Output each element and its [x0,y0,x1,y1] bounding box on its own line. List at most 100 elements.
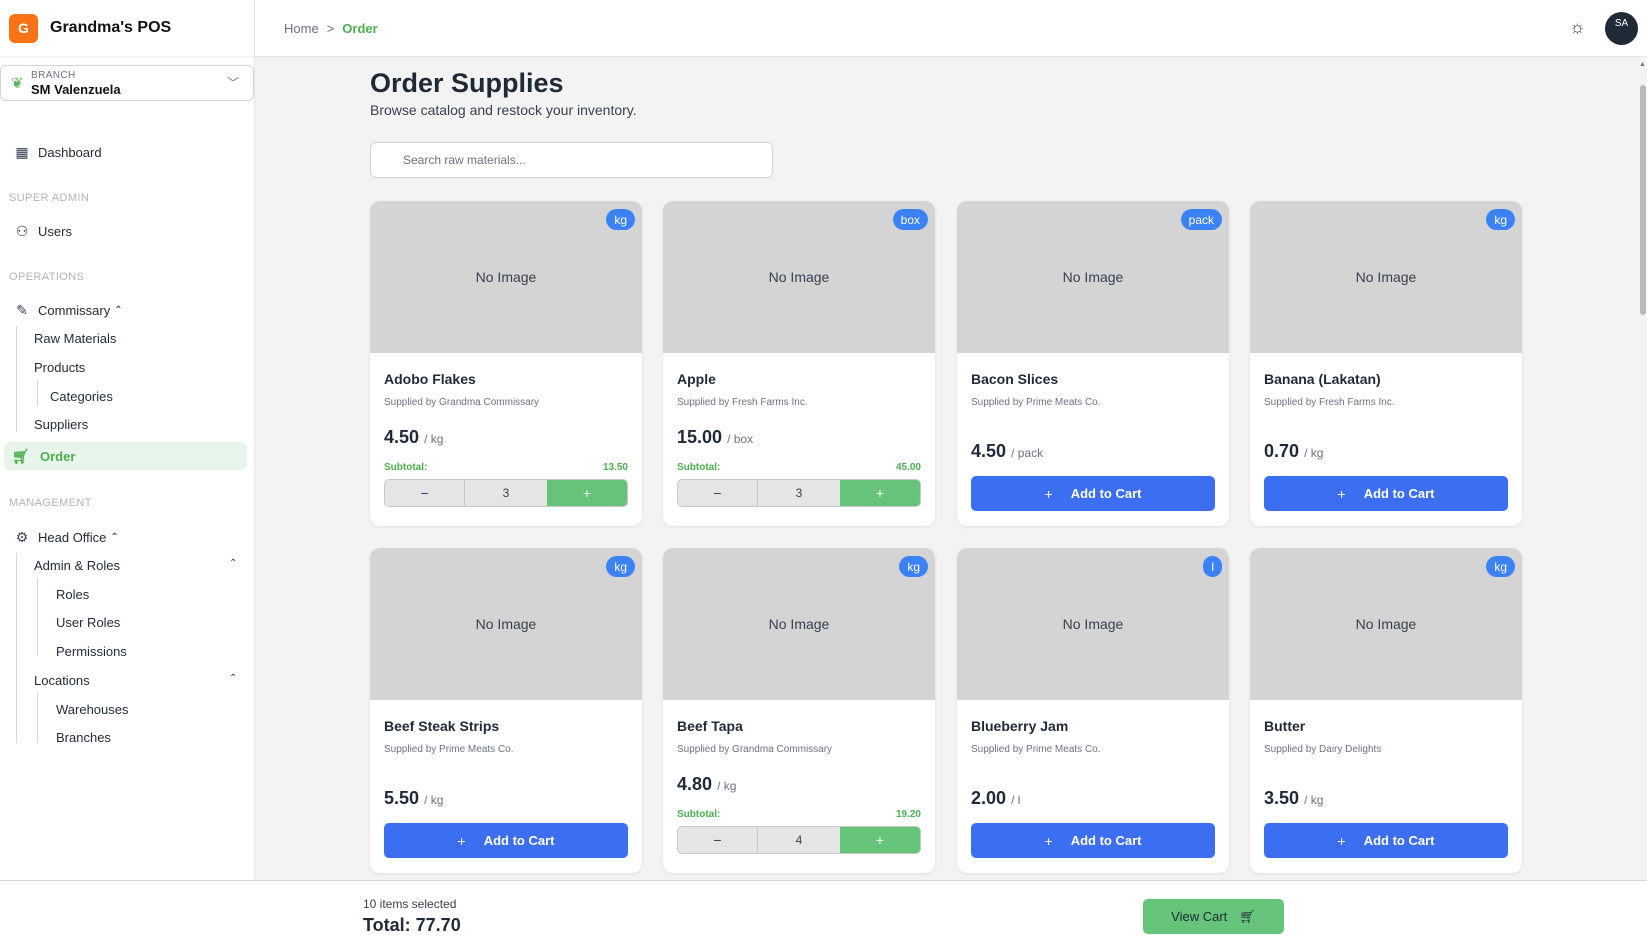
price-unit: / pack [1011,446,1044,460]
page-subtitle: Browse catalog and restock your inventor… [370,102,637,118]
product-card: No Image kg Banana (Lakatan) Supplied by Fr… [1250,201,1522,526]
decrease-quantity-button[interactable]: − [678,827,758,853]
add-to-cart-label: Add to Cart [1070,833,1142,848]
quantity-value[interactable]: 3 [465,480,547,506]
cart-icon: 🛒︎ [12,447,30,464]
subtotal-label: Subtotal: [677,462,721,473]
sidebar-item-users[interactable]: ⚇ Users [12,223,72,240]
cart-total: Total: 77.70 [363,915,461,935]
sidebar-item-user-roles[interactable]: User Roles [56,615,120,630]
sidebar-item-permissions[interactable]: Permissions [56,644,127,659]
price-unit: / l [1011,793,1021,807]
user-gear-icon: ⚙ [15,529,29,545]
dashboard-icon: ▦ [15,144,29,160]
sidebar-item-head-office[interactable]: ⚙ Head Office ⌃ [12,529,119,546]
branch-selector[interactable]: ❦ BRANCH SM Valenzuela ﹀ [0,65,254,101]
theme-toggle-sun-icon[interactable]: ☼ [1569,17,1586,38]
user-avatar[interactable]: SA [1605,12,1638,45]
decrease-quantity-button[interactable]: − [385,480,465,506]
sidebar-item-raw-materials[interactable]: Raw Materials [34,331,116,346]
product-card: No Image box Apple Supplied by Fresh Farms … [663,201,935,526]
sidebar-item-suppliers[interactable]: Suppliers [34,417,88,432]
product-supplier: Supplied by Prime Meats Co. [971,397,1101,408]
plus-icon: + [457,832,466,849]
add-to-cart-button[interactable]: + Add to Cart [1264,823,1508,858]
product-image-placeholder: No Image [1250,201,1522,353]
breadcrumb-separator: > [326,21,335,36]
app-name: Grandma's POS [50,19,172,36]
price-unit: / kg [717,779,737,793]
sidebar: G Grandma's POS ❦ BRANCH SM Valenzuela ﹀… [0,0,255,880]
sidebar-item-order[interactable]: 🛒︎ Order [4,442,247,470]
sidebar-item-dashboard[interactable]: ▦ Dashboard [12,144,102,161]
subtotal-label: Subtotal: [384,462,428,473]
sidebar-item-products[interactable]: Products [34,360,85,375]
sidebar-item-branches[interactable]: Branches [56,730,111,745]
scroll-up-arrow-icon[interactable]: ▲ [1639,61,1646,68]
add-to-cart-label: Add to Cart [1363,833,1435,848]
product-card: No Image kg Beef Steak Strips Supplied by P… [370,548,642,873]
section-label-management: MANAGEMENT [9,497,92,509]
product-name: Beef Steak Strips [384,718,500,734]
tree-line [37,693,38,743]
sidebar-item-label: Users [38,224,72,239]
unit-badge: box [892,209,928,230]
subtotal-value: 45.00 [895,462,921,473]
add-to-cart-label: Add to Cart [1070,486,1142,501]
quantity-value[interactable]: 3 [758,480,840,506]
sidebar-item-warehouses[interactable]: Warehouses [56,702,129,717]
search-input[interactable] [370,142,773,178]
breadcrumb-home[interactable]: Home [284,21,319,36]
no-image-text: No Image [1355,269,1417,285]
price-value: 3.50 [1264,788,1300,808]
sidebar-item-label: Dashboard [38,145,102,160]
tree-line [16,326,17,432]
scrollbar[interactable]: ▲ [1637,57,1647,880]
breadcrumb-current: Order [342,21,378,36]
price-value: 4.50 [971,441,1007,461]
chevron-up-icon[interactable]: ⌃ [229,673,237,684]
price-unit: / box [727,432,754,446]
subtotal-value: 13.50 [602,462,628,473]
increase-quantity-button[interactable]: + [840,827,920,853]
price-value: 0.70 [1264,441,1300,461]
sidebar-item-roles[interactable]: Roles [56,587,89,602]
add-to-cart-button[interactable]: + Add to Cart [1264,476,1508,511]
sidebar-item-categories[interactable]: Categories [50,389,113,404]
app-logo: G [9,13,38,43]
increase-quantity-button[interactable]: + [547,480,627,506]
unit-badge: l [1203,556,1222,577]
add-to-cart-button[interactable]: + Add to Cart [971,476,1215,511]
sidebar-item-locations[interactable]: Locations [34,673,90,688]
product-supplier: Supplied by Prime Meats Co. [971,744,1101,755]
add-to-cart-button[interactable]: + Add to Cart [384,823,628,858]
top-bar: Home > Order [255,0,1647,57]
product-supplier: Supplied by Grandma Commissary [677,744,833,755]
product-card: No Image kg Butter Supplied by Dairy Deligh… [1250,548,1522,873]
price-unit: / kg [424,793,444,807]
view-cart-label: View Cart [1171,909,1228,924]
product-card: No Image kg Adobo Flakes Supplied by Grandm… [370,201,642,526]
sidebar-item-admin-roles[interactable]: Admin & Roles [34,558,120,573]
increase-quantity-button[interactable]: + [840,480,920,506]
unit-badge: pack [1180,209,1222,230]
product-price: 15.00 / box [677,427,753,448]
quantity-value[interactable]: 4 [758,827,840,853]
product-image-placeholder: No Image [663,548,935,700]
product-card: No Image l Blueberry Jam Supplied by Prime … [957,548,1229,873]
sidebar-item-commissary[interactable]: ✎ Commissary ⌃ [12,302,123,319]
decrease-quantity-button[interactable]: − [678,480,758,506]
product-image-placeholder: No Image [1250,548,1522,700]
no-image-text: No Image [1355,616,1417,632]
add-to-cart-button[interactable]: + Add to Cart [971,823,1215,858]
product-name: Beef Tapa [677,718,743,734]
scrollbar-thumb[interactable] [1640,85,1646,315]
quantity-stepper: −4 + [677,826,921,854]
no-image-text: No Image [768,616,830,632]
cart-footer: 10 items selected Total: 77.70 View Cart… [0,880,1647,947]
quantity-stepper: −3 + [677,479,921,507]
product-supplier: Supplied by Dairy Delights [1264,744,1382,755]
price-unit: / kg [1304,446,1324,460]
chevron-up-icon[interactable]: ⌃ [229,558,237,569]
view-cart-button[interactable]: View Cart 🛒︎ [1143,899,1284,934]
